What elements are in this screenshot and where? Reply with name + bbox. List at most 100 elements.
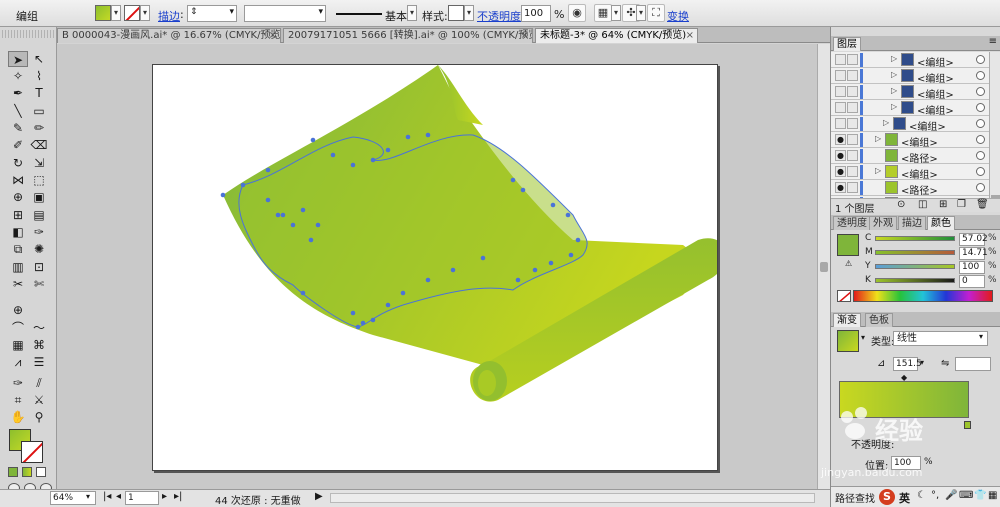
target-circle-icon[interactable] <box>976 87 985 96</box>
toolbox-grip[interactable] <box>2 30 55 38</box>
variable-width-field[interactable]: ▾ <box>244 5 326 22</box>
chevron-down-icon[interactable]: ▾ <box>861 333 865 342</box>
layer-row[interactable]: ● ▷ <编组> <box>831 132 989 149</box>
expand-triangle-icon[interactable]: ▷ <box>883 118 889 127</box>
magic-wand-icon[interactable]: ✧ <box>8 68 28 84</box>
grid-apps-icon[interactable]: ▦ <box>988 490 997 501</box>
mesh-grid-icon[interactable]: ▦ <box>8 337 28 353</box>
fill-swatch[interactable] <box>95 5 111 21</box>
angle-input[interactable]: 151.5 <box>893 357 922 371</box>
eyedropper-icon[interactable]: ✑ <box>29 224 49 240</box>
gradient-preview-swatch[interactable] <box>837 330 859 352</box>
eye-icon[interactable] <box>835 54 846 65</box>
lock-toggle[interactable] <box>847 102 858 113</box>
expand-triangle-icon[interactable]: ▷ <box>891 86 897 95</box>
chart-line-icon[interactable]: ⩘ <box>8 354 28 370</box>
channel-value-input[interactable]: 100 <box>959 261 985 274</box>
tab-swatches[interactable]: 色板 <box>865 313 893 327</box>
locate-object-icon[interactable]: ⊙ <box>897 199 905 210</box>
layer-row[interactable]: ●▷<路径> <box>831 180 989 197</box>
none-mode-button[interactable] <box>36 467 46 477</box>
layer-name[interactable]: <编组> <box>909 118 946 133</box>
eye-icon[interactable] <box>835 118 846 129</box>
type-tool-icon[interactable]: T <box>29 85 49 101</box>
scale-tool-icon[interactable]: ⇲ <box>29 155 49 171</box>
gradient-stop-end[interactable] <box>964 421 971 429</box>
close-icon[interactable]: × <box>521 29 529 43</box>
channel-value-input[interactable]: 0 <box>959 275 985 288</box>
expand-triangle-icon[interactable]: ▷ <box>875 166 881 175</box>
artboard-number-field[interactable]: 1 <box>125 491 159 505</box>
stroke-link[interactable]: 描边 <box>158 8 180 24</box>
symbol-sprayer-icon[interactable]: ✺ <box>29 241 49 257</box>
gradient-mode-button[interactable] <box>22 467 32 477</box>
shirt-icon[interactable]: 👕 <box>974 490 986 501</box>
free-transform-icon[interactable]: ⬚ <box>29 172 49 188</box>
transform-icon[interactable]: ⛶ <box>647 4 665 22</box>
layer-row[interactable]: ● ▷ <编组> <box>831 164 989 181</box>
rotate-tool-icon[interactable]: ↻ <box>8 155 28 171</box>
target-circle-icon[interactable] <box>976 119 985 128</box>
color-fill-swatch[interactable] <box>837 234 859 256</box>
zoom-tool-icon[interactable]: ⚲ <box>29 409 49 425</box>
selection-tool-icon[interactable]: ➤ <box>8 51 28 67</box>
artboard[interactable] <box>152 64 718 471</box>
target-circle-icon[interactable] <box>976 167 985 176</box>
layer-row[interactable]: ▷ <编组> <box>831 52 989 69</box>
crosshair-icon[interactable]: ⊕ <box>8 302 28 318</box>
stroke-profile-dropdown[interactable]: ▾ <box>407 5 417 21</box>
tab-document-3[interactable]: 未标题-3* @ 64% (CMYK/预览) × <box>535 28 698 43</box>
width-tool-icon[interactable]: ⋈ <box>8 172 28 188</box>
align-icon[interactable]: ▦ <box>594 4 612 22</box>
blend-tool-icon[interactable]: ⧉ <box>8 241 28 257</box>
recolor-artwork-icon[interactable]: ◉ <box>568 4 586 22</box>
target-circle-icon[interactable] <box>976 71 985 80</box>
lock-toggle[interactable] <box>847 166 858 177</box>
tab-appearance[interactable]: 外观 <box>869 216 897 230</box>
rectangle-tool-icon[interactable]: ▭ <box>29 103 49 119</box>
channel-slider[interactable] <box>875 264 955 269</box>
new-sublayer-icon[interactable]: ⊞ <box>939 199 947 210</box>
next-artboard-icon[interactable]: ▸ <box>162 491 167 502</box>
layer-row[interactable]: ▷ <编组> <box>831 100 989 117</box>
gradient-type-select[interactable]: 线性 <box>893 331 988 346</box>
tab-color[interactable]: 颜色 <box>927 216 955 230</box>
layer-row[interactable]: ●▷<路径> <box>831 148 989 165</box>
aspect-ratio-input[interactable] <box>955 357 991 371</box>
fill-dropdown[interactable]: ▾ <box>111 5 121 21</box>
scroll-thumb[interactable] <box>820 262 828 272</box>
ime-language-label[interactable]: 英 <box>899 490 910 506</box>
tab-document-2[interactable]: 20079171051 5666 [转换].ai* @ 100% (CMYK/预… <box>283 28 533 43</box>
envelope-icon[interactable]: ⌘ <box>29 337 49 353</box>
tab-document-1[interactable]: B 0000043-漫画风.ai* @ 16.67% (CMYK/预览) × <box>57 28 281 43</box>
out-of-gamut-icon[interactable]: ⚠ <box>845 259 852 268</box>
last-artboard-icon[interactable]: ▸| <box>174 491 182 502</box>
layer-name[interactable]: <编组> <box>917 86 954 101</box>
crop-icon[interactable]: ⌗ <box>8 392 28 408</box>
style-dropdown[interactable]: ▾ <box>464 5 474 21</box>
trash-icon[interactable]: 🗑 <box>976 199 989 210</box>
line-tool-icon[interactable]: ╲ <box>8 103 28 119</box>
pen-tool-icon[interactable]: ✒ <box>8 85 28 101</box>
lock-toggle[interactable] <box>847 182 858 193</box>
measure-icon[interactable]: ⫽ <box>29 375 49 391</box>
channel-slider[interactable] <box>875 278 955 283</box>
tab-layers[interactable]: 图层 <box>833 37 861 51</box>
status-menu-arrow-icon[interactable]: ▶ <box>315 491 323 502</box>
stroke-dropdown[interactable]: ▾ <box>140 5 150 21</box>
layer-name[interactable]: <编组> <box>901 166 938 181</box>
tab-stroke[interactable]: 描边 <box>898 216 926 230</box>
eraser-icon[interactable]: ⌫ <box>29 137 49 153</box>
stroke-weight-field[interactable]: ⇕ ▾ <box>187 5 237 22</box>
target-circle-icon[interactable] <box>976 103 985 112</box>
vertical-scrollbar[interactable] <box>817 44 830 489</box>
target-circle-icon[interactable] <box>976 55 985 64</box>
layer-row[interactable]: ▷ <编组> <box>831 68 989 85</box>
direct-selection-tool-icon[interactable]: ↖ <box>29 51 49 67</box>
target-circle-icon[interactable] <box>976 135 985 144</box>
eye-icon[interactable] <box>835 86 846 97</box>
channel-slider[interactable] <box>875 236 955 241</box>
gradient-tool-icon[interactable]: ◧ <box>8 224 28 240</box>
layer-name[interactable]: <路径> <box>901 150 938 165</box>
layer-name[interactable]: <路径> <box>901 182 938 197</box>
